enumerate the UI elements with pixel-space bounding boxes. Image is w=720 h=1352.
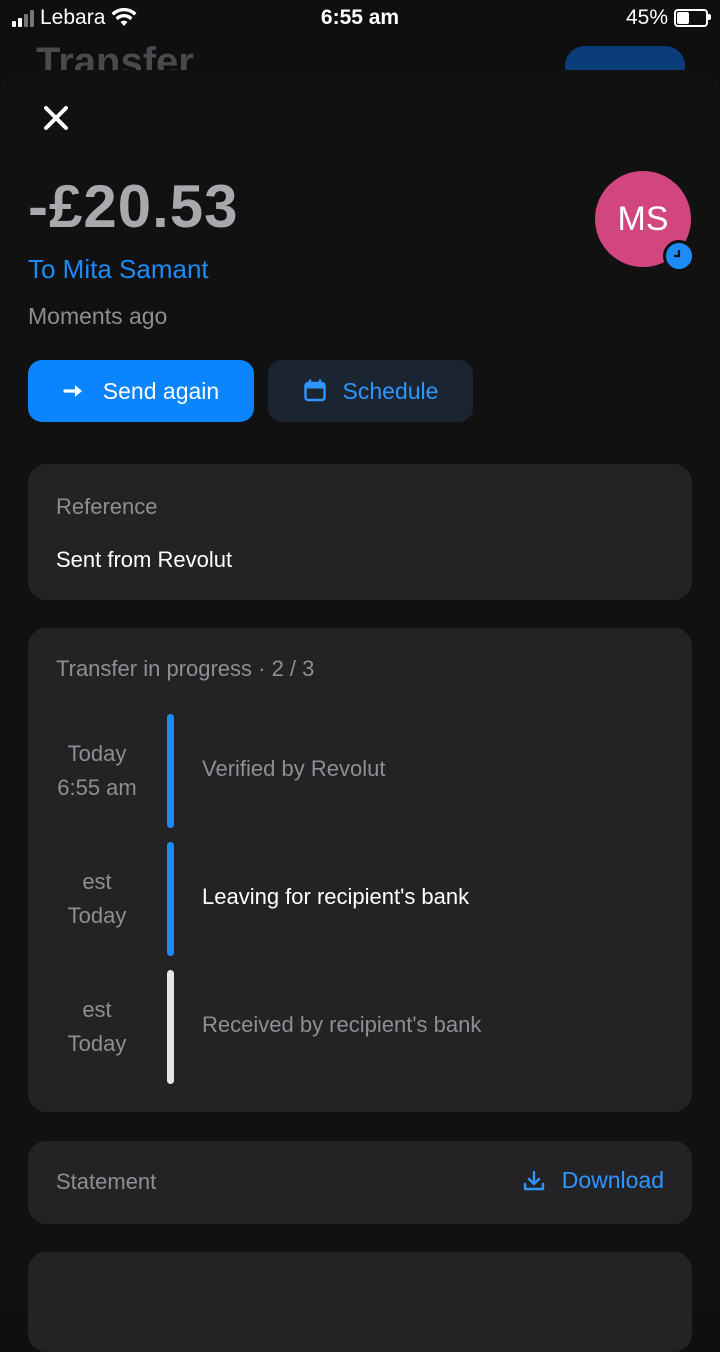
close-button[interactable] bbox=[38, 100, 74, 136]
schedule-button[interactable]: Schedule bbox=[268, 360, 473, 422]
calendar-icon bbox=[303, 379, 326, 402]
progress-title: Transfer in progress · 2 / 3 bbox=[56, 656, 315, 681]
progress-step-received: est Today Received by recipient's bank bbox=[28, 970, 692, 1084]
recipient-link[interactable]: To Mita Samant bbox=[28, 254, 209, 285]
step-label: Received by recipient's bank bbox=[202, 1012, 482, 1037]
step-label: Leaving for recipient's bank bbox=[202, 884, 470, 909]
step-progress-bar bbox=[167, 714, 174, 828]
step-progress-bar bbox=[167, 842, 174, 956]
clock: 6:55 am bbox=[320, 6, 400, 29]
status-right: 45% bbox=[625, 6, 711, 30]
status-bar: Lebara 6:55 am 45% bbox=[0, 0, 720, 38]
battery-icon bbox=[674, 9, 711, 27]
step-time-line2: Today bbox=[67, 903, 127, 928]
step-time-line1: est bbox=[82, 869, 112, 894]
clock-badge-icon bbox=[663, 240, 695, 272]
download-button[interactable]: Download bbox=[522, 1167, 664, 1194]
step-time: est Today bbox=[28, 993, 166, 1061]
battery-percent: 45% bbox=[625, 6, 668, 29]
transaction-time: Moments ago bbox=[28, 303, 168, 329]
next-card bbox=[28, 1252, 692, 1352]
step-label: Verified by Revolut bbox=[202, 756, 386, 781]
statement-card: Statement Download bbox=[28, 1141, 692, 1224]
download-icon bbox=[523, 1170, 544, 1190]
transfer-progress-card: Transfer in progress · 2 / 3 Today 6:55 … bbox=[28, 628, 692, 1112]
step-time-line1: est bbox=[82, 997, 112, 1022]
send-again-label: Send again bbox=[102, 377, 220, 404]
close-icon bbox=[44, 106, 68, 130]
avatar-initials: MS bbox=[617, 199, 669, 238]
statement-label: Statement bbox=[56, 1169, 157, 1194]
progress-step-verified: Today 6:55 am Verified by Revolut bbox=[28, 714, 692, 828]
send-again-button[interactable]: Send again bbox=[28, 360, 254, 422]
reference-value: Sent from Revolut bbox=[56, 547, 233, 572]
arrow-right-icon bbox=[63, 385, 82, 397]
step-progress-bar bbox=[167, 970, 174, 1084]
step-time: Today 6:55 am bbox=[28, 737, 166, 805]
step-time-line2: Today bbox=[67, 1031, 127, 1056]
schedule-label: Schedule bbox=[342, 377, 439, 404]
download-label: Download bbox=[561, 1167, 664, 1193]
step-time-line1: Today bbox=[67, 741, 127, 766]
reference-label: Reference bbox=[56, 494, 158, 519]
progress-step-leaving: est Today Leaving for recipient's bank bbox=[28, 842, 692, 956]
step-time: est Today bbox=[28, 865, 166, 933]
step-time-line2: 6:55 am bbox=[57, 775, 137, 800]
reference-card: Reference Sent from Revolut bbox=[28, 464, 692, 600]
transaction-amount: -£20.53 bbox=[28, 173, 239, 240]
background-page-title: Transfer bbox=[36, 40, 194, 70]
